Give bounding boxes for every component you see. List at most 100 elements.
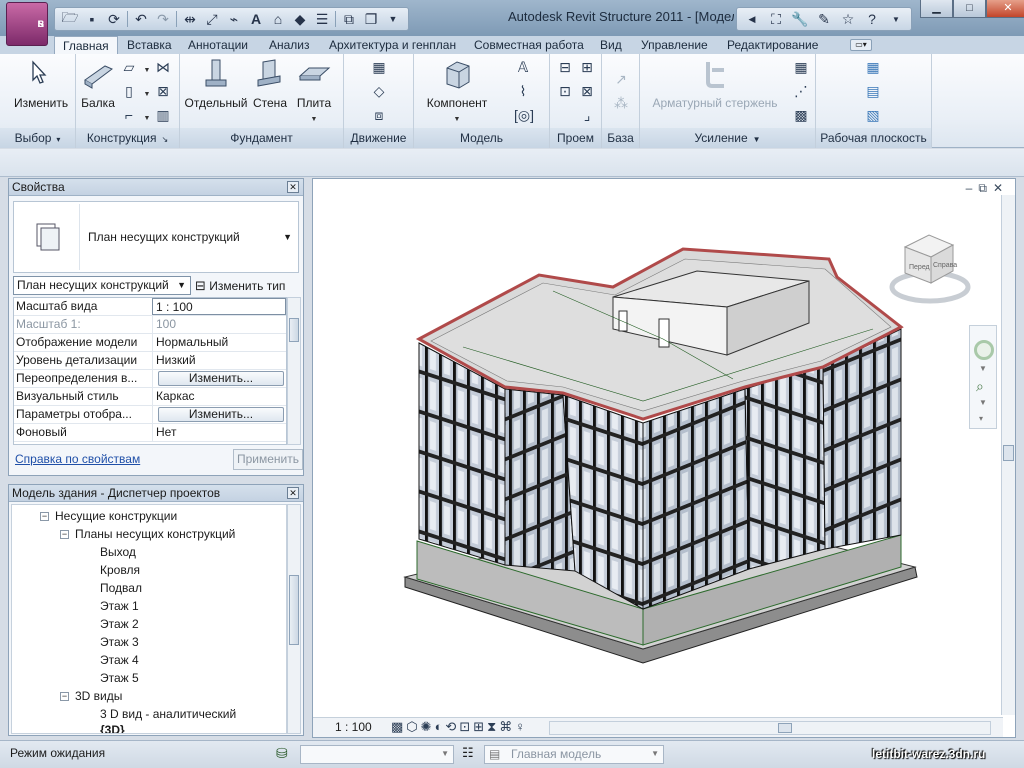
model-line-icon[interactable]: ⌇ bbox=[514, 82, 532, 100]
tree-node-3d-views[interactable]: −3D виды bbox=[60, 687, 122, 705]
browser-close-icon[interactable]: ✕ bbox=[287, 487, 299, 499]
railing-icon[interactable]: ⧈ bbox=[370, 106, 388, 124]
view-scale[interactable]: 1 : 100 bbox=[335, 720, 372, 734]
edit-type-button[interactable]: ⊟ Изменить тип bbox=[195, 276, 285, 295]
dormer-opening-icon[interactable]: ⌟ bbox=[578, 106, 596, 124]
type-selector[interactable]: План несущих конструкций ▼ bbox=[13, 201, 299, 273]
isolated-foundation-button[interactable]: Отдельный bbox=[184, 58, 248, 110]
undo-icon[interactable]: ↶ bbox=[130, 9, 152, 29]
viewcube[interactable]: Перед Справа bbox=[885, 229, 975, 309]
overrides-edit-button[interactable]: Изменить... bbox=[158, 371, 284, 386]
crop-view-icon[interactable]: ⊡ bbox=[459, 719, 470, 735]
drawing-viewport[interactable]: –⧉✕ Перед Справа ▼ ⌕ ▼ ▾ 1: 100 ▩ ⬡ ✺ ◐… bbox=[312, 178, 1016, 738]
tab-insert[interactable]: Вставка bbox=[127, 36, 172, 54]
ramp-icon[interactable]: ◇ bbox=[370, 82, 388, 100]
switch-windows-icon[interactable]: ❐ bbox=[360, 9, 382, 29]
properties-help-link[interactable]: Справка по свойствам bbox=[15, 452, 140, 466]
zoom-dropdown-icon[interactable]: ▼ bbox=[979, 398, 987, 407]
stairs-icon[interactable]: ▦ bbox=[370, 58, 388, 76]
save-icon[interactable]: ▪ bbox=[81, 9, 103, 29]
tree-node-structural[interactable]: − Несущие конструкции bbox=[40, 507, 177, 525]
browser-scrollbar[interactable] bbox=[287, 504, 301, 734]
application-menu-button[interactable]: RS bbox=[6, 2, 48, 46]
communication-icon[interactable]: ✎ bbox=[815, 11, 833, 28]
temp-hide-icon[interactable]: ⧗ bbox=[487, 719, 496, 735]
tree-leaf-level-3[interactable]: Этаж 3 bbox=[100, 633, 139, 651]
beam-button[interactable]: Балка bbox=[78, 58, 118, 110]
viewport-horizontal-scrollbar[interactable] bbox=[549, 721, 991, 735]
type-selector-arrow-icon[interactable]: ▼ bbox=[283, 232, 292, 242]
redo-icon[interactable]: ↷ bbox=[152, 9, 174, 29]
viewcube-right-label[interactable]: Справа bbox=[933, 262, 957, 269]
tree-leaf-level-1[interactable]: Этаж 1 bbox=[100, 597, 139, 615]
properties-close-icon[interactable]: ✕ bbox=[287, 181, 299, 193]
prop-row-background[interactable]: Фоновый Нет bbox=[14, 424, 286, 442]
properties-scrollbar[interactable] bbox=[287, 297, 301, 445]
tab-architecture-site[interactable]: Архитектура и генплан bbox=[329, 36, 456, 54]
model-text-icon[interactable]: 𝔸 bbox=[514, 58, 532, 76]
steering-wheel-icon[interactable] bbox=[974, 340, 994, 360]
visual-style-icon[interactable]: ⬡ bbox=[406, 719, 417, 735]
instance-filter-dropdown[interactable]: План несущих конструкций ▼ bbox=[13, 276, 191, 295]
ref-plane-icon[interactable]: ▧ bbox=[864, 106, 882, 124]
zoom-icon[interactable]: ⌕ bbox=[976, 378, 984, 395]
tab-home[interactable]: Главная bbox=[54, 36, 118, 54]
wall-opening-icon[interactable]: ⊡ bbox=[556, 82, 574, 100]
tab-modify[interactable]: Редактирование bbox=[727, 36, 818, 54]
model-group-icon[interactable]: [◎] bbox=[514, 106, 534, 124]
measure-icon[interactable]: ⤢ bbox=[201, 9, 223, 29]
tree-leaf-level-2[interactable]: Этаж 2 bbox=[100, 615, 139, 633]
tree-node-structural-plans[interactable]: − Планы несущих конструкций bbox=[60, 525, 235, 543]
close-button[interactable]: ✕ bbox=[986, 0, 1024, 18]
tree-leaf-roof[interactable]: Кровля bbox=[100, 561, 140, 579]
modify-button[interactable]: Изменить bbox=[14, 58, 68, 110]
path-reinforcement-icon[interactable]: ⋰ bbox=[792, 82, 810, 100]
rebar-button[interactable]: Арматурный стержень bbox=[650, 58, 780, 110]
open-icon[interactable]: 🗁 bbox=[59, 9, 81, 29]
truss-icon[interactable]: ⊠ bbox=[154, 82, 172, 100]
maximize-button[interactable]: □ bbox=[953, 0, 986, 18]
tree-leaf-level-4[interactable]: Этаж 4 bbox=[100, 651, 139, 669]
shadows-icon[interactable]: ◐ bbox=[435, 719, 443, 735]
thin-lines-icon[interactable]: ☰ bbox=[311, 9, 333, 29]
binoculars-icon[interactable]: ⛶ bbox=[767, 11, 785, 28]
tab-annotate[interactable]: Аннотации bbox=[188, 36, 248, 54]
detail-level-icon[interactable]: ▩ bbox=[391, 719, 403, 735]
show-rendering-icon[interactable]: ⟲ bbox=[445, 719, 456, 735]
analytical-model-icon[interactable]: ♀ bbox=[515, 719, 525, 735]
tab-manage[interactable]: Управление bbox=[641, 36, 708, 54]
area-reinforcement-icon[interactable]: ▦ bbox=[792, 58, 810, 76]
component-button[interactable]: Компонент ▼ bbox=[422, 58, 492, 124]
tree-leaf-basement[interactable]: Подвал bbox=[100, 579, 142, 597]
level-icon[interactable]: ↗ bbox=[612, 70, 630, 88]
prop-row-visual-style[interactable]: Визуальный стиль Каркас bbox=[14, 388, 286, 406]
beam-system-icon[interactable]: ▥ bbox=[154, 106, 172, 124]
workset-dropdown[interactable]: ▼ bbox=[300, 745, 454, 764]
navbar-options-icon[interactable]: ▾ bbox=[979, 414, 983, 423]
tree-leaf-level-5[interactable]: Этаж 5 bbox=[100, 669, 139, 687]
sync-icon[interactable]: ⟳ bbox=[103, 9, 125, 29]
floor-icon[interactable]: ⌐ bbox=[120, 106, 138, 124]
tab-collaborate[interactable]: Совместная работа bbox=[474, 36, 584, 54]
text-icon[interactable]: A bbox=[245, 9, 267, 29]
wall-foundation-button[interactable]: Стена bbox=[250, 58, 290, 110]
favorites-star-icon[interactable]: ☆ bbox=[839, 11, 857, 28]
set-workplane-icon[interactable]: ▦ bbox=[864, 58, 882, 76]
minimize-button[interactable]: ▁ bbox=[920, 0, 953, 18]
wheel-dropdown-icon[interactable]: ▼ bbox=[979, 364, 987, 373]
tree-leaf-3d[interactable]: {3D} bbox=[100, 721, 125, 733]
column-icon[interactable]: ▯ bbox=[120, 82, 138, 100]
slab-foundation-button[interactable]: Плита ▼ bbox=[294, 58, 334, 124]
close-hidden-icon[interactable]: ⧉ bbox=[338, 9, 360, 29]
viewcube-front-label[interactable]: Перед bbox=[909, 264, 930, 271]
3d-view-icon[interactable]: ⌂ bbox=[267, 9, 289, 29]
dimension-icon[interactable]: ⌁ bbox=[223, 9, 245, 29]
design-option-dropdown[interactable]: ▤ Главная модель ▼ bbox=[484, 745, 664, 764]
prop-row-display-model[interactable]: Отображение модели Нормальный bbox=[14, 334, 286, 352]
subscription-icon[interactable]: 🔧 bbox=[791, 11, 809, 28]
design-options-icon[interactable]: ☷ bbox=[462, 745, 474, 761]
show-workplane-icon[interactable]: ▤ bbox=[864, 82, 882, 100]
help-dropdown-icon[interactable]: ▼ bbox=[887, 15, 905, 24]
worksets-icon[interactable]: ⛁ bbox=[276, 745, 288, 762]
shaft-icon[interactable]: ⊞ bbox=[578, 58, 596, 76]
